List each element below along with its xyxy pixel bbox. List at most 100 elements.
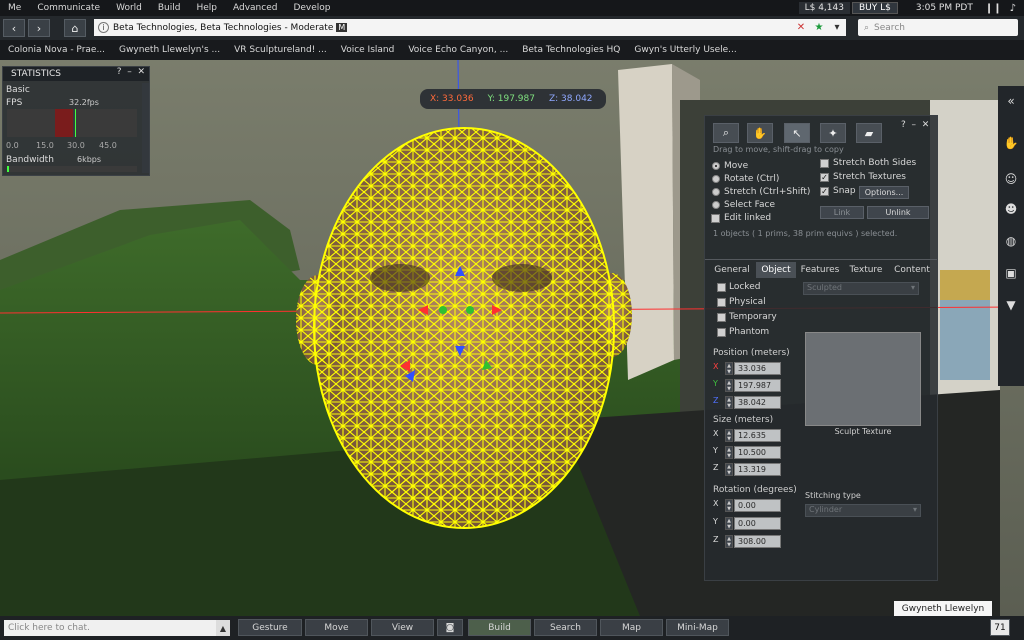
locked-checkbox[interactable] bbox=[717, 283, 726, 292]
link-button[interactable]: Link bbox=[820, 206, 864, 219]
no-build-icon[interactable]: ✕ bbox=[792, 22, 810, 33]
statistics-scrollbar[interactable] bbox=[142, 83, 149, 173]
favorite-6[interactable]: Beta Technologies HQ bbox=[515, 45, 627, 55]
physical-checkbox[interactable] bbox=[717, 298, 726, 307]
prim-type-select[interactable]: Sculpted ▾ bbox=[803, 282, 919, 295]
pause-icon[interactable]: ❙❙ bbox=[985, 3, 1002, 14]
favorite-1[interactable]: Colonia Nova - Prae... bbox=[0, 45, 112, 55]
chat-history-dropdown[interactable]: ▲ bbox=[216, 620, 230, 636]
bandwidth-value: 6kbps bbox=[77, 155, 102, 164]
menu-help[interactable]: Help bbox=[188, 3, 225, 13]
buy-currency-button[interactable]: BUY L$ bbox=[851, 2, 898, 14]
globe-icon[interactable]: ◍ bbox=[1001, 230, 1021, 252]
size-y-stepper[interactable]: ▲ ▼ bbox=[725, 446, 733, 459]
size-y-field[interactable]: 10.500 bbox=[734, 446, 781, 459]
grab-tool-button[interactable]: ✋ bbox=[747, 123, 773, 143]
suitcase-icon[interactable]: ▣ bbox=[1001, 262, 1021, 284]
tools-controls[interactable]: ? – ✕ bbox=[901, 120, 929, 130]
tab-texture[interactable]: Texture bbox=[844, 262, 888, 278]
position-z-field[interactable]: 38.042 bbox=[734, 396, 781, 409]
rot-y-stepper[interactable]: ▲ ▼ bbox=[725, 517, 733, 530]
stretch-both-checkbox[interactable] bbox=[820, 159, 829, 168]
back-button[interactable]: ‹ bbox=[3, 19, 25, 37]
size-z-field[interactable]: 13.319 bbox=[734, 463, 781, 476]
statistics-controls[interactable]: ? – ✕ bbox=[117, 67, 145, 77]
build-button[interactable]: Build bbox=[468, 619, 531, 636]
rot-z-stepper[interactable]: ▲ ▼ bbox=[725, 535, 733, 548]
snapshot-button[interactable]: ◙ bbox=[437, 619, 463, 636]
home-button[interactable]: ⌂ bbox=[64, 19, 86, 37]
mode-rotate-radio[interactable] bbox=[712, 175, 720, 183]
size-z-stepper[interactable]: ▲ ▼ bbox=[725, 463, 733, 476]
mode-stretch-radio[interactable] bbox=[712, 188, 720, 196]
temporary-checkbox[interactable] bbox=[717, 313, 726, 322]
edit-tool-button[interactable]: ↖ bbox=[784, 123, 810, 143]
map-button[interactable]: Map bbox=[600, 619, 663, 636]
favorite-2[interactable]: Gwyneth Llewelyn's ... bbox=[112, 45, 227, 55]
people-icon[interactable]: ☻ bbox=[1001, 198, 1021, 220]
menu-world[interactable]: World bbox=[108, 3, 150, 13]
size-x-stepper[interactable]: ▲ ▼ bbox=[725, 429, 733, 442]
tab-general[interactable]: General bbox=[709, 262, 755, 278]
mode-move-radio[interactable] bbox=[712, 162, 720, 170]
mini-map-button[interactable]: Mini-Map bbox=[666, 619, 729, 636]
stats-section-basic[interactable]: Basic bbox=[6, 85, 30, 95]
rotation-y-field[interactable]: 0.00 bbox=[734, 517, 781, 530]
tab-object[interactable]: Object bbox=[756, 262, 796, 278]
create-tool-button[interactable]: ✦ bbox=[820, 123, 846, 143]
favorite-star-icon[interactable]: ★ bbox=[810, 22, 828, 33]
hand-icon[interactable]: ✋ bbox=[1001, 132, 1021, 154]
search-input[interactable]: ⌕ Search bbox=[858, 19, 1018, 36]
menu-develop[interactable]: Develop bbox=[285, 3, 338, 13]
mode-select-face-radio[interactable] bbox=[712, 201, 720, 209]
person-icon[interactable]: ☺ bbox=[1001, 168, 1021, 190]
magnifier-icon: ⌕ bbox=[722, 126, 730, 139]
edit-linked-checkbox[interactable] bbox=[711, 214, 720, 223]
forward-button[interactable]: › bbox=[28, 19, 50, 37]
favorite-3[interactable]: VR Sculptureland! ... bbox=[227, 45, 334, 55]
phantom-checkbox[interactable] bbox=[717, 328, 726, 337]
tab-features[interactable]: Features bbox=[797, 262, 843, 278]
chevron-down-icon[interactable]: ▾ bbox=[828, 22, 846, 33]
pos-y-stepper[interactable]: ▲ ▼ bbox=[725, 379, 733, 392]
snap-checkbox[interactable]: ✓ bbox=[820, 187, 829, 196]
view-button[interactable]: View bbox=[371, 619, 434, 636]
rotation-z-field[interactable]: 308.00 bbox=[734, 535, 781, 548]
favorite-7[interactable]: Gwyn's Utterly Usele... bbox=[627, 45, 743, 55]
volume-icon[interactable]: ♪ bbox=[1010, 3, 1016, 14]
tab-content[interactable]: Content bbox=[889, 262, 935, 278]
search-button[interactable]: Search bbox=[534, 619, 597, 636]
move-button[interactable]: Move bbox=[305, 619, 368, 636]
pos-x-stepper[interactable]: ▲ ▼ bbox=[725, 362, 733, 375]
stretch-textures-checkbox[interactable]: ✓ bbox=[820, 173, 829, 182]
menu-me[interactable]: Me bbox=[0, 3, 29, 13]
position-y-field[interactable]: 197.987 bbox=[734, 379, 781, 392]
build-tools-panel[interactable]: ⌕ ✋ ↖ ✦ ▰ ? – ✕ Drag to move, shift-drag… bbox=[704, 115, 938, 581]
favorite-4[interactable]: Voice Island bbox=[334, 45, 402, 55]
shirt-icon[interactable]: ▼ bbox=[1001, 294, 1021, 316]
favorite-5[interactable]: Voice Echo Canyon, ... bbox=[401, 45, 515, 55]
stitching-select[interactable]: Cylinder ▾ bbox=[805, 504, 921, 517]
focus-tool-button[interactable]: ⌕ bbox=[713, 123, 739, 143]
location-input[interactable]: i Beta Technologies, Beta Technologies -… bbox=[94, 19, 846, 36]
pos-z-stepper[interactable]: ▲ ▼ bbox=[725, 396, 733, 409]
info-icon[interactable]: i bbox=[98, 22, 109, 33]
position-x-field[interactable]: 33.036 bbox=[734, 362, 781, 375]
gesture-button[interactable]: Gesture bbox=[238, 619, 302, 636]
size-x-field[interactable]: 12.635 bbox=[734, 429, 781, 442]
sculpt-texture-swatch[interactable] bbox=[805, 332, 921, 426]
statistics-panel[interactable]: STATISTICS ? – ✕ Basic FPS 32.2fps 0.0 1… bbox=[2, 66, 150, 176]
chat-input[interactable]: Click here to chat. ▲ bbox=[4, 620, 230, 636]
notification-counter[interactable]: 71 bbox=[990, 619, 1010, 636]
collapse-sidebar-icon[interactable]: « bbox=[1001, 90, 1021, 112]
rotation-x-field[interactable]: 0.00 bbox=[734, 499, 781, 512]
options-button[interactable]: Options... bbox=[859, 186, 909, 199]
unlink-button[interactable]: Unlink bbox=[867, 206, 929, 219]
balance[interactable]: L$ 4,143 bbox=[798, 2, 850, 14]
rot-x-stepper[interactable]: ▲ ▼ bbox=[725, 499, 733, 512]
menu-build[interactable]: Build bbox=[150, 3, 189, 13]
menu-communicate[interactable]: Communicate bbox=[29, 3, 108, 13]
menu-advanced[interactable]: Advanced bbox=[225, 3, 285, 13]
land-tool-button[interactable]: ▰ bbox=[856, 123, 882, 143]
avatar-name-tag[interactable]: Gwyneth Llewelyn bbox=[894, 601, 992, 616]
